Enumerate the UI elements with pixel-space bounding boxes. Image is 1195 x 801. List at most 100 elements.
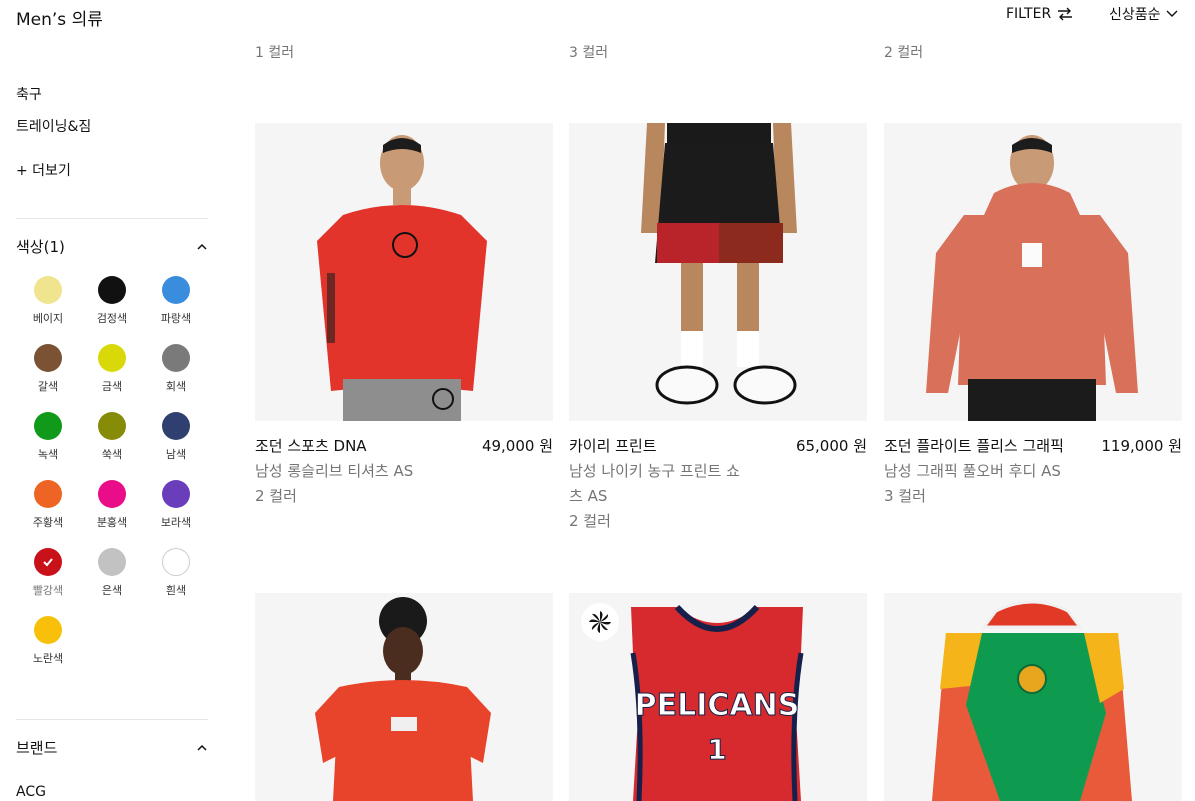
color-dot — [162, 276, 190, 304]
color-label: 은색 — [101, 584, 123, 597]
product-subtitle: 남성 롱슬리브 티셔츠 AS — [255, 462, 414, 480]
color-label: 쑥색 — [101, 448, 123, 461]
color-dot — [162, 412, 190, 440]
product-image[interactable] — [255, 123, 553, 421]
color-label: 회색 — [165, 380, 187, 393]
color-swatch-yellow[interactable]: 노란색 — [16, 616, 80, 676]
color-swatch-gray[interactable]: 회색 — [144, 344, 208, 404]
color-swatch-beige[interactable]: 베이지 — [16, 276, 80, 336]
color-label: 분홍색 — [96, 516, 128, 529]
product-image[interactable] — [884, 123, 1182, 421]
filter-label: FILTER — [1006, 6, 1052, 22]
color-swatch-green[interactable]: 녹색 — [16, 412, 80, 472]
product-price: 65,000 원 — [795, 437, 867, 455]
color-swatch-purple[interactable]: 보라색 — [144, 480, 208, 540]
product-color-count: 2 컬러 — [255, 487, 297, 505]
color-dot — [162, 548, 190, 576]
color-dot — [98, 276, 126, 304]
divider — [16, 218, 208, 219]
color-label: 노란색 — [32, 652, 64, 665]
color-dot — [34, 548, 62, 576]
color-swatch-brown[interactable]: 갈색 — [16, 344, 80, 404]
divider — [16, 719, 208, 720]
product-subtitle: 남성 나이키 농구 프린트 쇼츠 AS — [569, 462, 740, 505]
page-header: Men’s 의류 FILTER 신상품순 — [0, 0, 1195, 36]
checkmark-icon — [43, 558, 53, 567]
page-title: Men’s 의류 — [16, 10, 103, 30]
chevron-down-icon — [1166, 10, 1178, 17]
filter-button[interactable]: FILTER — [1006, 6, 1073, 22]
color-dot — [98, 412, 126, 440]
color-dot — [98, 480, 126, 508]
color-label: 갈색 — [37, 380, 59, 393]
product-card[interactable]: PELICANS 1 — [569, 593, 867, 801]
color-swatch-black[interactable]: 검정색 — [80, 276, 144, 336]
product-card[interactable]: 카이리 프린트 65,000 원 남성 나이키 농구 프린트 쇼츠 AS 2 컬… — [569, 123, 867, 543]
product-color-count: 3 컬러 — [884, 487, 926, 505]
brand-section-title: 브랜드 — [16, 739, 58, 757]
product-name[interactable]: 카이리 프린트 — [569, 435, 657, 456]
chevron-up-icon — [197, 744, 207, 751]
chevron-up-icon — [197, 243, 207, 250]
sort-dropdown[interactable]: 신상품순 — [1109, 4, 1179, 24]
product-name[interactable]: 조던 플라이트 플리스 그래픽 — [884, 435, 1064, 456]
color-label: 검정색 — [96, 312, 128, 325]
color-swatch-blue[interactable]: 파랑색 — [144, 276, 208, 336]
color-dot — [98, 344, 126, 372]
color-swatch-navy[interactable]: 남색 — [144, 412, 208, 472]
pinwheel-icon — [589, 611, 611, 633]
color-label: 파랑색 — [160, 312, 192, 325]
color-swatch-silver[interactable]: 은색 — [80, 548, 144, 608]
more-categories-link[interactable]: + 더보기 — [16, 160, 71, 180]
product-color-count: 1 컬러 — [255, 45, 295, 61]
product-image[interactable]: PELICANS 1 — [569, 593, 867, 801]
product-card[interactable]: 조던 플라이트 플리스 그래픽 119,000 원 남성 그래픽 풀오버 후디 … — [884, 123, 1182, 543]
product-subtitle: 남성 그래픽 풀오버 후디 AS — [884, 462, 1061, 480]
product-price: 119,000 원 — [1101, 437, 1182, 455]
product-price: 49,000 원 — [481, 437, 553, 455]
color-dot — [98, 548, 126, 576]
product-name[interactable]: 조던 스포츠 DNA — [255, 435, 367, 456]
product-card[interactable]: 조던 스포츠 DNA 49,000 원 남성 롱슬리브 티셔츠 AS 2 컬러 — [255, 123, 553, 543]
color-label: 베이지 — [32, 312, 64, 325]
category-link-football[interactable]: 축구 — [16, 84, 42, 104]
color-swatch-gold[interactable]: 금색 — [80, 344, 144, 404]
color-swatch-red[interactable]: 빨강색 — [16, 548, 80, 608]
color-dot — [34, 344, 62, 372]
filter-sidebar: 축구 트레이닝&짐 + 더보기 색상(1) 베이지 검정색 파랑색 갈색 금색 … — [16, 0, 208, 801]
product-color-count: 2 컬러 — [884, 45, 924, 61]
product-image[interactable] — [884, 593, 1182, 801]
color-dot — [34, 480, 62, 508]
color-label: 녹색 — [37, 448, 59, 461]
color-dot — [162, 480, 190, 508]
sort-label: 신상품순 — [1109, 7, 1161, 23]
jersey-number-text: 1 — [707, 733, 726, 766]
color-section-toggle[interactable]: 색상(1) — [16, 236, 208, 257]
product-color-count: 2 컬러 — [569, 512, 611, 530]
color-label: 주황색 — [32, 516, 64, 529]
color-label: 빨강색 — [32, 584, 64, 597]
product-image[interactable] — [569, 123, 867, 421]
product-card[interactable] — [884, 593, 1182, 801]
color-label: 남색 — [165, 448, 187, 461]
product-image[interactable] — [255, 593, 553, 801]
color-label: 금색 — [101, 380, 123, 393]
color-label: 보라색 — [160, 516, 192, 529]
color-label: 흰색 — [165, 584, 187, 597]
color-dot — [34, 616, 62, 644]
jersey-team-text: PELICANS — [635, 688, 800, 723]
brand-item-acg[interactable]: ACG — [16, 784, 46, 800]
color-dot — [34, 412, 62, 440]
product-color-count: 3 컬러 — [569, 45, 609, 61]
color-swatch-olive[interactable]: 쑥색 — [80, 412, 144, 472]
product-card[interactable] — [255, 593, 553, 801]
color-dot — [162, 344, 190, 372]
color-swatch-white[interactable]: 흰색 — [144, 548, 208, 608]
color-dot — [34, 276, 62, 304]
sustainability-badge — [581, 603, 619, 641]
category-link-training[interactable]: 트레이닝&짐 — [16, 116, 91, 136]
filter-icon — [1058, 7, 1073, 21]
color-swatch-orange[interactable]: 주황색 — [16, 480, 80, 540]
brand-section-toggle[interactable]: 브랜드 — [16, 737, 208, 758]
color-swatch-pink[interactable]: 분홍색 — [80, 480, 144, 540]
